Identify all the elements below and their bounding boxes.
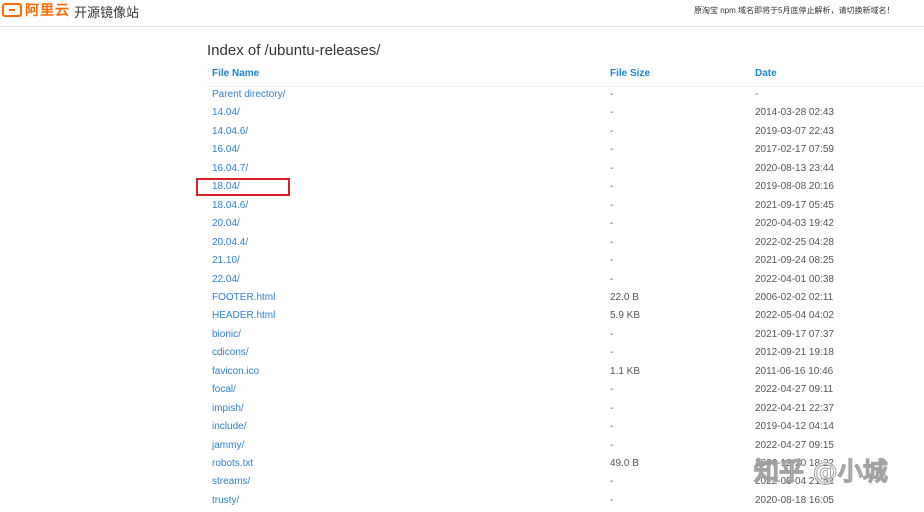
file-size: - [610, 494, 614, 506]
table-row: 16.04/ - 2017-02-17 07:59 [0, 141, 924, 159]
file-link[interactable]: 14.04.6/ [212, 126, 248, 137]
file-size: - [610, 199, 614, 211]
file-size: - [610, 273, 614, 285]
table-row: 20.04/ - 2020-04-03 19:42 [0, 215, 924, 233]
file-size: - [610, 384, 614, 396]
file-link[interactable]: streams/ [212, 476, 250, 487]
table-row: impish/ - 2022-04-21 22:37 [0, 400, 924, 418]
table-row: include/ - 2019-04-12 04:14 [0, 418, 924, 436]
aliyun-logo-icon [2, 3, 22, 17]
file-size: - [610, 476, 614, 488]
table-row: cdicons/ - 2012-09-21 19:18 [0, 344, 924, 362]
table-row: Parent directory/ - - [0, 86, 924, 104]
column-header-file-name[interactable]: File Name [212, 68, 259, 79]
file-size: - [610, 107, 614, 119]
file-size: - [610, 181, 614, 193]
file-size: 22.0 B [610, 291, 639, 303]
file-date: - [755, 89, 759, 100]
file-link[interactable]: 14.04/ [212, 107, 240, 118]
file-link[interactable]: bionic/ [212, 329, 241, 340]
file-link[interactable]: robots.txt [212, 458, 253, 469]
table-row: 14.04.6/ - 2019-03-07 22:43 [0, 123, 924, 141]
file-link[interactable]: 20.04/ [212, 218, 240, 229]
file-date: 2022-04-27 09:11 [755, 384, 834, 396]
file-date: 2019-08-08 20:16 [755, 181, 834, 193]
file-link[interactable]: Parent directory/ [212, 89, 285, 100]
file-link[interactable]: cdicons/ [212, 347, 249, 358]
file-size: 1.1 KB [610, 365, 641, 377]
table-row: 20.04.4/ - 2022-02-25 04:28 [0, 234, 924, 252]
page-title: Index of /ubuntu-releases/ [207, 42, 381, 59]
file-date: 2020-08-13 23:44 [755, 162, 834, 174]
file-size: - [610, 255, 614, 267]
logo-text: 阿里云 [25, 2, 70, 18]
file-size: - [610, 328, 614, 340]
table-row: 14.04/ - 2014-03-28 02:43 [0, 104, 924, 122]
table-row: FOOTER.html 22.0 B 2006-02-02 02:11 [0, 289, 924, 307]
file-link[interactable]: favicon.ico [212, 366, 259, 377]
file-link[interactable]: jammy/ [212, 440, 244, 451]
file-date: 2022-04-27 09:15 [755, 439, 834, 451]
table-row: trusty/ - 2020-08-18 16:05 [0, 492, 924, 510]
file-size: - [610, 162, 614, 174]
site-title[interactable]: 开源镜像站 [74, 2, 139, 21]
file-link[interactable]: 18.04.6/ [212, 200, 248, 211]
file-size: - [610, 218, 614, 230]
file-date: 2022-05-04 04:02 [755, 310, 834, 322]
highlight-box-18-04 [196, 178, 290, 196]
file-date: 2020-08-18 16:05 [755, 494, 834, 506]
file-date: 2017-02-17 07:59 [755, 144, 834, 156]
file-size: - [610, 347, 614, 359]
file-link[interactable]: 16.04.7/ [212, 163, 248, 174]
table-row: 18.04.6/ - 2021-09-17 05:45 [0, 197, 924, 215]
table-row: bionic/ - 2021-09-17 07:37 [0, 326, 924, 344]
table-row: 18.04/-2019-08-08 20:16 [0, 178, 924, 196]
top-bar: 阿里云 开源镜像站 原淘宝 npm 域名即将于5月底停止解析，请切换新域名！ [0, 0, 924, 27]
file-size: - [610, 402, 614, 414]
file-size: - [610, 439, 614, 451]
table-row: 21.10/ - 2021-09-24 08:25 [0, 252, 924, 270]
file-date: 2021-09-17 07:37 [755, 328, 834, 340]
file-date: 2022-04-01 00:38 [755, 273, 834, 285]
file-date: 2019-04-12 04:14 [755, 421, 834, 433]
table-row: 16.04.7/ - 2020-08-13 23:44 [0, 160, 924, 178]
npm-notice[interactable]: 原淘宝 npm 域名即将于5月底停止解析，请切换新域名！ [694, 5, 894, 16]
table-row: 22.04/ - 2022-04-01 00:38 [0, 271, 924, 289]
file-link[interactable]: impish/ [212, 403, 244, 414]
file-link[interactable]: focal/ [212, 384, 236, 395]
column-header-date[interactable]: Date [755, 68, 777, 79]
table-row: focal/ - 2022-04-27 09:11 [0, 381, 924, 399]
file-size: - [610, 89, 614, 100]
file-link[interactable]: 22.04/ [212, 274, 240, 285]
column-header-file-size[interactable]: File Size [610, 68, 650, 79]
aliyun-logo[interactable]: 阿里云 [2, 0, 70, 20]
file-link[interactable]: include/ [212, 421, 246, 432]
file-link[interactable]: 16.04/ [212, 144, 240, 155]
file-date: 2021-09-17 05:45 [755, 199, 834, 211]
file-link[interactable]: HEADER.html [212, 310, 275, 321]
file-size: 5.9 KB [610, 310, 641, 322]
file-size: - [610, 144, 614, 156]
file-size: 49.0 B [610, 458, 639, 469]
table-row: HEADER.html 5.9 KB 2022-05-04 04:02 [0, 307, 924, 325]
table-row: favicon.ico 1.1 KB 2011-06-16 10:46 [0, 363, 924, 381]
file-date: 2022-04-21 22:37 [755, 402, 834, 414]
file-date: 2012-09-21 19:18 [755, 347, 834, 359]
file-size: - [610, 421, 614, 433]
file-date: 2021-09-24 08:25 [755, 255, 834, 267]
zhihu-watermark: 知乎 @小城 [754, 457, 889, 487]
file-size: - [610, 125, 614, 137]
file-link[interactable]: 21.10/ [212, 255, 240, 266]
watermark-text: 知乎 @小城 [754, 457, 888, 486]
file-link[interactable]: 20.04.4/ [212, 237, 248, 248]
file-date: 2006-02-02 02:11 [755, 291, 834, 303]
file-date: 2011-06-16 10:46 [755, 365, 834, 377]
file-link[interactable]: trusty/ [212, 495, 239, 506]
file-link[interactable]: FOOTER.html [212, 292, 275, 303]
file-date: 2022-02-25 04:28 [755, 236, 834, 248]
file-date: 2020-04-03 19:42 [755, 218, 834, 230]
file-date: 2019-03-07 22:43 [755, 125, 834, 137]
file-size: - [610, 236, 614, 248]
file-date: 2014-03-28 02:43 [755, 107, 834, 119]
